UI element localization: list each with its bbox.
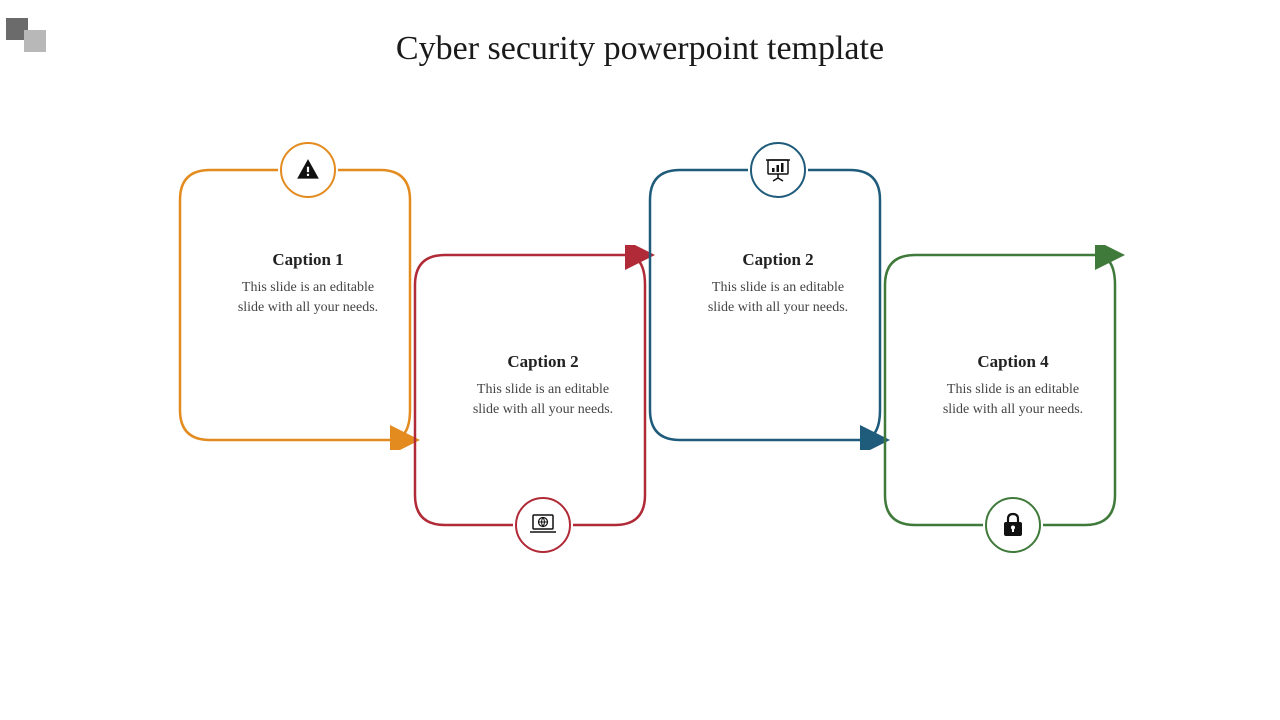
card-1-text: Caption 1 This slide is an editable slid… xyxy=(228,250,388,319)
card-1-body: This slide is an editable slide with all… xyxy=(228,278,388,319)
lock-icon xyxy=(1002,512,1024,538)
card-4-caption: Caption 4 xyxy=(933,352,1093,372)
card-2-body: This slide is an editable slide with all… xyxy=(463,380,623,421)
diagram-stage: Caption 1 This slide is an editable slid… xyxy=(0,130,1280,690)
card-3-body: This slide is an editable slide with all… xyxy=(698,278,858,319)
card-3-icon-circle xyxy=(750,142,806,198)
card-1-caption: Caption 1 xyxy=(228,250,388,270)
card-2-icon-circle xyxy=(515,497,571,553)
warning-icon xyxy=(295,157,321,183)
card-4-icon-circle xyxy=(985,497,1041,553)
card-4-text: Caption 4 This slide is an editable slid… xyxy=(933,352,1093,421)
card-2-caption: Caption 2 xyxy=(463,352,623,372)
laptop-globe-icon xyxy=(529,513,557,537)
card-4-body: This slide is an editable slide with all… xyxy=(933,380,1093,421)
card-1-icon-circle xyxy=(280,142,336,198)
presentation-chart-icon xyxy=(765,157,791,183)
card-3-text: Caption 2 This slide is an editable slid… xyxy=(698,250,858,319)
card-2-text: Caption 2 This slide is an editable slid… xyxy=(463,352,623,421)
card-3-caption: Caption 2 xyxy=(698,250,858,270)
page-title: Cyber security powerpoint template xyxy=(0,30,1280,68)
